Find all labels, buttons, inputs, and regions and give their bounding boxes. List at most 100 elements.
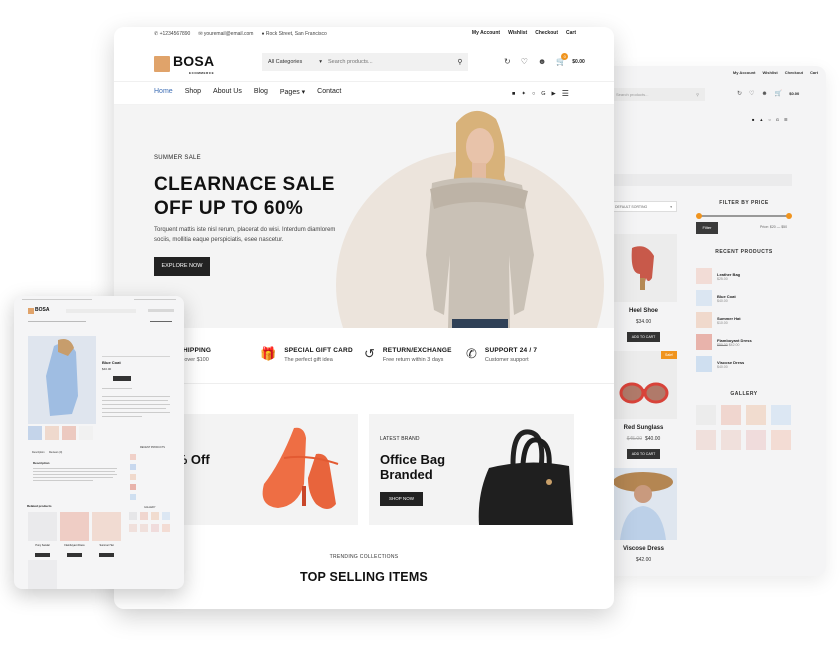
list-item[interactable]: Summer Hat $10.00 bbox=[696, 309, 796, 331]
product-card[interactable]: Sale! Red Sunglass $45.00 $40.00 ADD TO C… bbox=[610, 351, 677, 460]
mini-add-to-cart-button[interactable] bbox=[67, 553, 82, 557]
product-thumbnail[interactable] bbox=[45, 426, 59, 440]
youtube-icon[interactable]: ▶ bbox=[552, 91, 556, 97]
product-card[interactable]: Viscose Dress $42.00 bbox=[610, 468, 677, 563]
related-product-image[interactable] bbox=[60, 512, 89, 541]
related-product-name[interactable]: Flamboyant Dress bbox=[60, 544, 89, 547]
add-to-cart-button[interactable]: ADD TO CART bbox=[626, 449, 661, 459]
list-item[interactable]: Viscose Dress $40.00 bbox=[696, 353, 796, 375]
nav-blog[interactable]: Blog bbox=[254, 88, 268, 96]
mini-gallery-image[interactable] bbox=[129, 524, 137, 532]
google-icon[interactable]: G bbox=[541, 91, 545, 97]
mini-add-to-cart-button[interactable] bbox=[99, 553, 114, 557]
product-main-image[interactable] bbox=[28, 336, 96, 424]
mini-gallery-image[interactable] bbox=[140, 524, 148, 532]
product-card[interactable]: Heel Shoe $34.00 ADD TO CART bbox=[610, 234, 677, 343]
user-icon[interactable]: ☻ bbox=[538, 57, 546, 66]
mini-gallery-image[interactable] bbox=[129, 512, 137, 520]
wishlist-link[interactable]: Wishlist bbox=[508, 30, 527, 36]
related-product-image[interactable] bbox=[28, 560, 57, 589]
user-icon[interactable]: ☻ bbox=[761, 91, 767, 97]
gallery-image[interactable] bbox=[746, 430, 766, 450]
instagram-icon[interactable]: ○ bbox=[768, 117, 770, 122]
tab-description[interactable]: Description bbox=[32, 451, 45, 454]
product-thumbnail[interactable] bbox=[79, 426, 93, 440]
product-name[interactable]: Viscose Dress bbox=[610, 546, 677, 552]
product-image[interactable] bbox=[610, 234, 677, 302]
explore-now-button[interactable]: EXPLORE NOW bbox=[154, 257, 210, 276]
list-item[interactable]: Flamboyant Dress $50.00 $42.00 bbox=[696, 331, 796, 353]
nav-home[interactable]: Home bbox=[154, 88, 173, 96]
search-icon[interactable]: ⚲ bbox=[452, 58, 468, 66]
price-slider[interactable] bbox=[696, 213, 792, 219]
gallery-image[interactable] bbox=[721, 405, 741, 425]
tab-reviews[interactable]: Reviews (0) bbox=[49, 451, 62, 454]
mini-gallery-image[interactable] bbox=[140, 512, 148, 520]
twitter-icon[interactable]: ✦ bbox=[521, 91, 526, 97]
mini-gallery-image[interactable] bbox=[151, 524, 159, 532]
gallery-image[interactable] bbox=[696, 405, 716, 425]
menu-icon[interactable]: ☰ bbox=[562, 89, 569, 98]
promo-banner-bag[interactable]: LATEST BRAND Office Bag Branded SHOP NOW bbox=[369, 414, 574, 525]
product-thumbnail[interactable] bbox=[62, 426, 76, 440]
facebook-icon[interactable]: ■ bbox=[752, 117, 754, 122]
nav-pages[interactable]: Pages ▾ bbox=[280, 88, 305, 96]
mini-recent-thumb[interactable] bbox=[130, 484, 136, 490]
add-to-cart-button[interactable]: ADD TO CART bbox=[626, 332, 661, 342]
list-item[interactable]: Blue Coat $40.00 bbox=[696, 287, 796, 309]
shop-now-button[interactable]: SHOP NOW bbox=[380, 492, 423, 506]
compare-icon[interactable]: ↻ bbox=[737, 90, 742, 97]
mini-add-to-cart-button[interactable] bbox=[113, 376, 131, 381]
cart-icon[interactable]: 🛒 0 bbox=[556, 53, 569, 66]
slider-handle-min[interactable] bbox=[696, 213, 702, 219]
right-search-input[interactable]: Search products... ⚲ bbox=[610, 88, 705, 101]
mini-recent-thumb[interactable] bbox=[130, 464, 136, 470]
mini-gallery-image[interactable] bbox=[151, 512, 159, 520]
gallery-image[interactable] bbox=[721, 430, 741, 450]
category-select[interactable]: All Categories ▾ bbox=[262, 59, 328, 65]
related-product-name[interactable]: Summer Hat bbox=[92, 544, 121, 547]
product-name[interactable]: Red Sunglass bbox=[610, 425, 677, 431]
product-thumbnail[interactable] bbox=[28, 426, 42, 440]
cart-link[interactable]: Cart bbox=[810, 70, 818, 75]
nav-about-us[interactable]: About Us bbox=[213, 88, 242, 96]
cart-link[interactable]: Cart bbox=[566, 30, 576, 36]
heart-icon[interactable]: ♡ bbox=[749, 90, 754, 97]
checkout-link[interactable]: Checkout bbox=[785, 70, 803, 75]
instagram-icon[interactable]: ○ bbox=[532, 91, 535, 97]
twitter-icon[interactable]: ▲ bbox=[759, 117, 763, 122]
mini-search-bar[interactable] bbox=[66, 309, 136, 313]
related-product-image[interactable] bbox=[92, 512, 121, 541]
gallery-image[interactable] bbox=[771, 430, 791, 450]
mini-recent-thumb[interactable] bbox=[130, 454, 136, 460]
sorting-select[interactable]: DEFAULT SORTING ▾ bbox=[610, 201, 677, 212]
nav-shop[interactable]: Shop bbox=[185, 88, 201, 96]
gallery-image[interactable] bbox=[746, 405, 766, 425]
search-icon[interactable]: ⚲ bbox=[696, 92, 699, 97]
product-name[interactable]: Heel Shoe bbox=[610, 308, 677, 314]
search-input[interactable] bbox=[328, 59, 452, 65]
mini-recent-thumb[interactable] bbox=[130, 474, 136, 480]
facebook-icon[interactable]: ■ bbox=[512, 91, 515, 97]
filter-button[interactable]: Filter bbox=[696, 222, 718, 234]
google-icon[interactable]: G bbox=[776, 117, 779, 122]
compare-icon[interactable]: ↻ bbox=[504, 57, 511, 66]
product-image[interactable]: Sale! bbox=[610, 351, 677, 419]
product-image[interactable] bbox=[610, 468, 677, 540]
my-account-link[interactable]: My Account bbox=[733, 70, 756, 75]
mini-gallery-image[interactable] bbox=[162, 512, 170, 520]
list-item[interactable]: Leather Bag $25.00 bbox=[696, 265, 796, 287]
checkout-link[interactable]: Checkout bbox=[535, 30, 558, 36]
mini-add-to-cart-button[interactable] bbox=[35, 553, 50, 557]
gallery-image[interactable] bbox=[696, 430, 716, 450]
related-product-image[interactable] bbox=[28, 512, 57, 541]
cart-icon[interactable]: 🛒 bbox=[775, 90, 782, 97]
heart-icon[interactable]: ♡ bbox=[521, 57, 528, 66]
my-account-link[interactable]: My Account bbox=[472, 30, 500, 36]
menu-icon[interactable]: ☰ bbox=[784, 117, 788, 122]
mini-gallery-image[interactable] bbox=[162, 524, 170, 532]
gallery-image[interactable] bbox=[771, 405, 791, 425]
slider-handle-max[interactable] bbox=[786, 213, 792, 219]
mini-recent-thumb[interactable] bbox=[130, 494, 136, 500]
nav-contact[interactable]: Contact bbox=[317, 88, 341, 96]
